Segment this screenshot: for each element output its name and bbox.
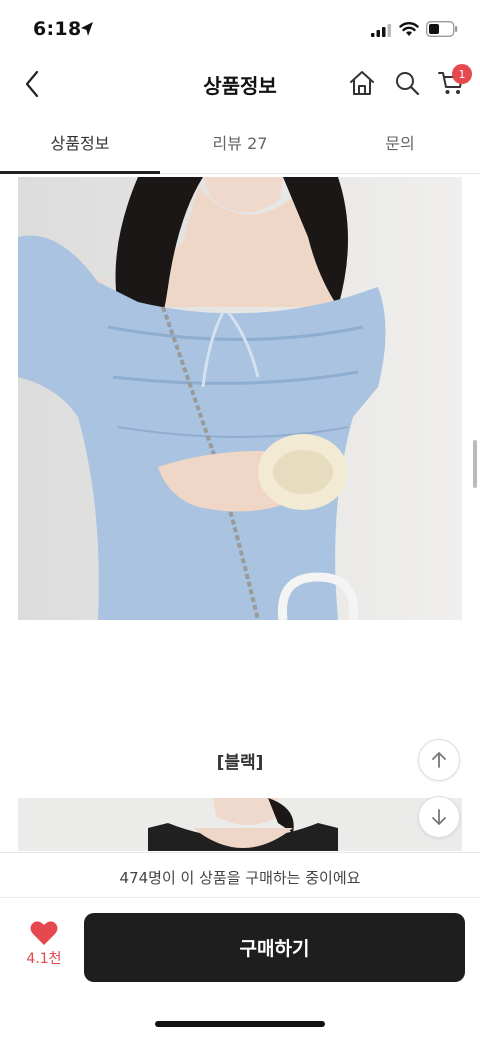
- cellular-signal-icon: [371, 24, 391, 37]
- heart-icon: [30, 921, 58, 945]
- purchase-activity-banner: 474명이 이 상품을 구매하는 중이에요: [0, 852, 480, 898]
- product-detail-content: [블랙]: [0, 175, 480, 851]
- wifi-icon: [399, 22, 419, 36]
- tab-inquiry[interactable]: 문의: [320, 118, 480, 173]
- scroll-down-button[interactable]: [418, 796, 460, 838]
- app-header: 상품정보: [0, 56, 480, 114]
- product-photo-black-dress: [18, 798, 462, 851]
- home-button[interactable]: [345, 66, 379, 100]
- home-indicator: [155, 1021, 325, 1027]
- search-icon: [396, 72, 420, 96]
- status-time: 6:18: [33, 18, 82, 40]
- battery-icon: [426, 21, 458, 37]
- arrow-down-icon: [432, 809, 446, 825]
- location-arrow-icon: [81, 22, 93, 36]
- search-button[interactable]: [390, 66, 424, 100]
- buy-button[interactable]: 구매하기: [84, 913, 465, 982]
- home-icon: [350, 71, 374, 95]
- like-count: 4.1천: [26, 951, 62, 967]
- cart-count-badge: 1: [452, 64, 472, 84]
- tab-reviews[interactable]: 리뷰 27: [160, 118, 320, 173]
- product-photo-blue-dress: [18, 177, 462, 620]
- scroll-up-button[interactable]: [418, 739, 460, 781]
- color-section-label: [블랙]: [216, 753, 264, 773]
- like-button[interactable]: 4.1천: [18, 920, 70, 976]
- scrollbar[interactable]: [473, 440, 477, 488]
- status-bar: 6:18: [0, 0, 480, 56]
- bottom-action-bar: 4.1천 구매하기: [0, 898, 480, 1039]
- arrow-up-icon: [432, 752, 446, 768]
- product-tabs: 상품정보 리뷰 27 문의: [0, 118, 480, 174]
- tab-product-info[interactable]: 상품정보: [0, 118, 160, 174]
